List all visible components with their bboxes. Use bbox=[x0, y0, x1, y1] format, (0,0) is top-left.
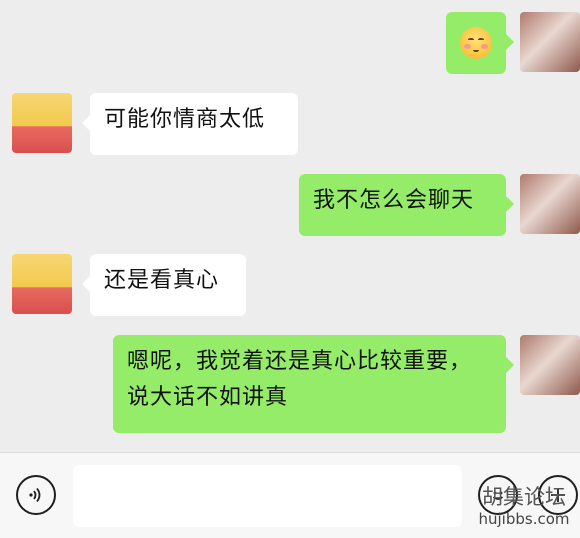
message-text-line: 说大话不如讲真 bbox=[127, 385, 289, 410]
girl-avatar[interactable] bbox=[520, 174, 580, 234]
pig-avatar[interactable] bbox=[12, 254, 72, 314]
message-bubble[interactable]: 还是看真心 bbox=[82, 254, 246, 316]
message-bubble[interactable]: 嗯呢，我觉着还是真心比较重要， 说大话不如讲真 bbox=[113, 335, 514, 433]
site-watermark: 胡集论坛 hujibbs.com bbox=[468, 484, 580, 528]
watermark-cn: 胡集论坛 bbox=[482, 485, 566, 509]
girl-avatar[interactable] bbox=[520, 335, 580, 395]
voice-icon[interactable] bbox=[16, 475, 56, 515]
message-input[interactable] bbox=[73, 465, 462, 527]
shy-smile-emoji-icon bbox=[460, 27, 492, 59]
chat-area: 可能你情商太低 我不怎么会聊天 还是看真心 嗯呢，我觉着还是真心比较重要， 说大… bbox=[0, 0, 580, 452]
message-text-line: 嗯呢，我觉着还是真心比较重要， bbox=[127, 349, 473, 374]
message-bubble[interactable]: 可能你情商太低 bbox=[82, 93, 298, 155]
pig-avatar[interactable] bbox=[12, 93, 72, 153]
girl-avatar[interactable] bbox=[520, 12, 580, 72]
message-bubble[interactable] bbox=[446, 12, 514, 74]
message-bubble[interactable]: 我不怎么会聊天 bbox=[299, 174, 514, 236]
watermark-en: hujibbs.com bbox=[478, 510, 570, 528]
message-text: 还是看真心 bbox=[104, 268, 220, 293]
message-text: 可能你情商太低 bbox=[104, 107, 266, 132]
message-text: 我不怎么会聊天 bbox=[313, 188, 475, 213]
